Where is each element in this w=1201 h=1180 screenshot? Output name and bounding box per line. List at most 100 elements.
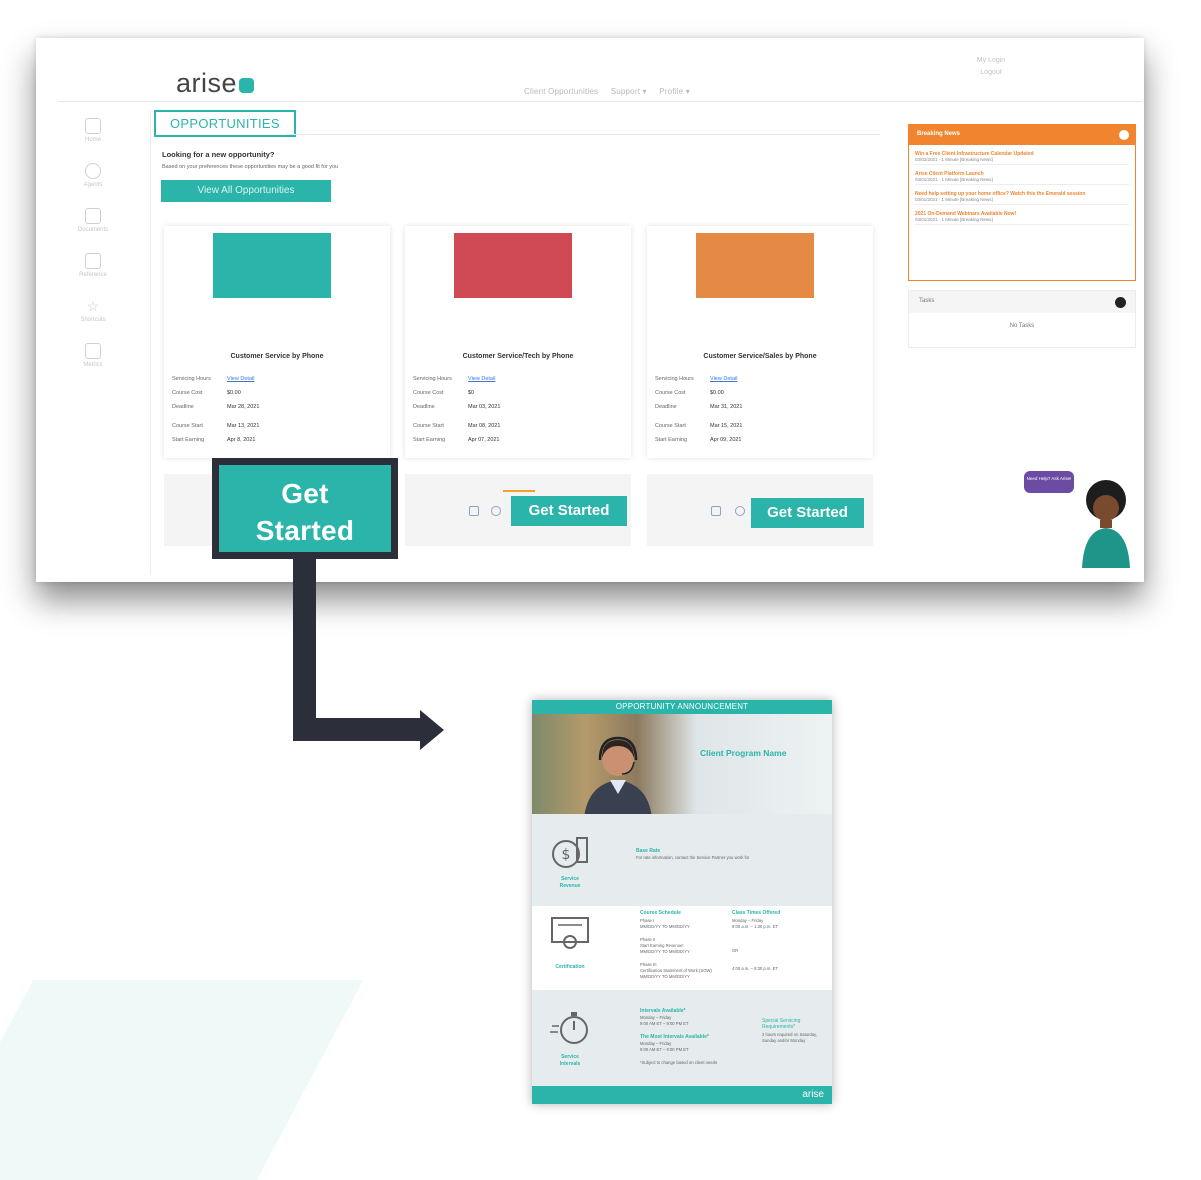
view-detail-link[interactable]: View Detail [468,376,495,382]
class-times: Monday – Friday 9:00 a.m. – 1:30 p.m. ET [732,918,778,930]
background-decoration [0,980,364,1180]
close-icon[interactable] [1119,130,1129,140]
interval-hours: 9:00 AM ET – 9:00 PM ET [640,1021,689,1026]
heading-divider [286,134,880,135]
interval-hours: 9:00 AM ET – 9:00 PM ET [640,1047,689,1052]
flyer-hero: Client Program Name [532,714,832,814]
top-nav: Client Opportunities Support ▾ Profile ▾ [524,87,700,96]
row-value: Mar 15, 2021 [710,423,743,429]
news-item[interactable]: Win a Free Client Infrastructure Calenda… [909,151,1135,165]
card-row: Deadline Mar 31, 2021 [655,404,742,410]
row-key: Deadline [413,404,435,410]
card-row: Start Earning Apr 8, 2021 [172,437,255,443]
times-or: OR [732,948,739,953]
news-item[interactable]: 2021 On-Demand Webinars Available Now! 03… [909,211,1135,225]
book-icon[interactable] [711,506,721,516]
card-row: Course Start Mar 15, 2021 [655,423,742,429]
phase-one: Phase I MM/DD/YY TO MM/DD/YY [640,918,690,930]
row-key: Course Cost [655,390,686,396]
flyer-footer: arise [532,1086,832,1104]
sidebar-item-reference[interactable]: Reference [58,253,128,298]
get-started-button[interactable]: Get Started [751,498,864,528]
special-servicing-text: 2 hours required on Saturday, Sunday and… [762,1032,818,1043]
view-detail-link[interactable]: View Detail [227,376,254,382]
sidebar-label: Home [84,137,101,143]
card-title: Customer Service/Sales by Phone [703,353,817,360]
callout-line-2: Started [255,515,355,546]
row-value: Mar 13, 2021 [227,423,260,429]
label-line: Revenue [559,883,581,889]
card-row: Course Cost $0 [413,390,474,396]
intervals-note: *Subject to change based on client needs [640,1060,718,1065]
row-key: Course Start [413,423,444,429]
portal-screenshot: arise Client Opportunities Support ▾ Pro… [36,38,1144,582]
sidebar-item-documents[interactable]: Documents [58,208,128,253]
phase-dates: MM/DD/YY TO MM/DD/YY [640,949,690,954]
news-panel-header: Breaking News [909,125,1135,145]
card-row: Servicing Hours View Detail [172,376,254,382]
card-row: Start Earning Apr 07, 2021 [413,437,500,443]
row-key: Servicing Hours [172,376,211,382]
arrow-shaft [293,718,423,741]
most-intervals-title: The Most Intervals Available* [640,1034,709,1040]
row-value: Apr 07, 2021 [468,437,500,443]
news-item[interactable]: Arise Client Platform Launch 03/01/2021 ·… [909,171,1135,185]
info-icon[interactable] [735,506,745,516]
assistant-avatar[interactable] [1076,478,1134,568]
times-slot-two: 4:00 a.m. – 8:30 p.m. ET [732,966,779,971]
get-started-button[interactable]: Get Started [511,496,627,526]
row-key: Start Earning [413,437,446,443]
intervals-available-title: Intervals Available* [640,1008,686,1014]
svg-text:$: $ [562,847,571,863]
arrow-head-icon [420,710,444,750]
arise-logo[interactable]: arise [176,68,255,99]
opportunities-heading: OPPORTUNITIES [154,110,296,137]
sidebar-label: Agents [83,182,103,188]
get-started-callout: Get Started [212,458,398,559]
sidebar-label: Metrics [83,362,103,368]
intervals-icon-label: Service Intervals [544,1054,596,1068]
nav-profile[interactable]: Profile ▾ [659,87,690,96]
info-icon[interactable] [491,506,501,516]
row-key: Servicing Hours [413,376,452,382]
callout-line-1: Get [281,478,329,509]
row-key: Course Start [655,423,686,429]
row-value: Mar 08, 2021 [468,423,501,429]
news-meta: 03/01/2021 · 1 Minute [Breaking News] [915,177,1129,185]
news-panel: Breaking News Win a Free Client Infrastr… [908,124,1136,281]
row-key: Course Start [172,423,203,429]
logout-link[interactable]: Logout [966,67,1016,79]
nav-support[interactable]: Support ▾ [611,87,647,96]
opportunity-card: Customer Service/Tech by Phone Servicing… [405,226,631,458]
no-tasks-text: No Tasks [1009,323,1035,329]
book-icon[interactable] [469,506,479,516]
news-meta: 03/01/2021 · 1 Minute [Breaking News] [915,197,1129,205]
label-line: Service [561,1054,579,1060]
tasks-panel-header[interactable]: Tasks [909,291,1135,313]
logo-text: arise [176,68,238,98]
row-value: $0 [468,390,475,396]
card-row: Deadline Mar 03, 2021 [413,404,500,410]
flyer-banner: OPPORTUNITY ANNOUNCEMENT [532,700,832,714]
card-row: Course Cost $0.00 [172,390,241,396]
view-all-opportunities-button[interactable]: View All Opportunities [161,180,331,202]
sidebar-item-agents[interactable]: Agents [58,163,128,208]
phase-three: Phase III Certification Statement of Work… [640,962,730,980]
sidebar-label: Documents [77,227,109,233]
sidebar-item-home[interactable]: Home [58,118,128,163]
header-divider [58,101,1142,102]
class-times-title: Class Times Offered [732,910,781,916]
nav-client-opportunities[interactable]: Client Opportunities [524,87,598,96]
card-footer: Get Started [405,474,631,546]
assistant-speech-bubble[interactable]: Need Help? Ask Arise! [1024,471,1074,493]
sidebar-item-metrics[interactable]: Metrics [58,343,128,388]
view-detail-link[interactable]: View Detail [710,376,737,382]
sidebar-item-shortcuts[interactable]: ☆ Shortcuts [58,298,128,343]
sidebar: Home Agents Documents Reference ☆ Shortcu… [58,118,128,388]
get-started-callout-label[interactable]: Get Started [219,465,391,552]
row-key: Deadline [655,404,677,410]
row-key: Course Cost [413,390,444,396]
card-image [213,233,331,298]
client-program-name: Client Program Name [700,748,787,758]
news-item[interactable]: Need help setting up your home office? W… [909,191,1135,205]
